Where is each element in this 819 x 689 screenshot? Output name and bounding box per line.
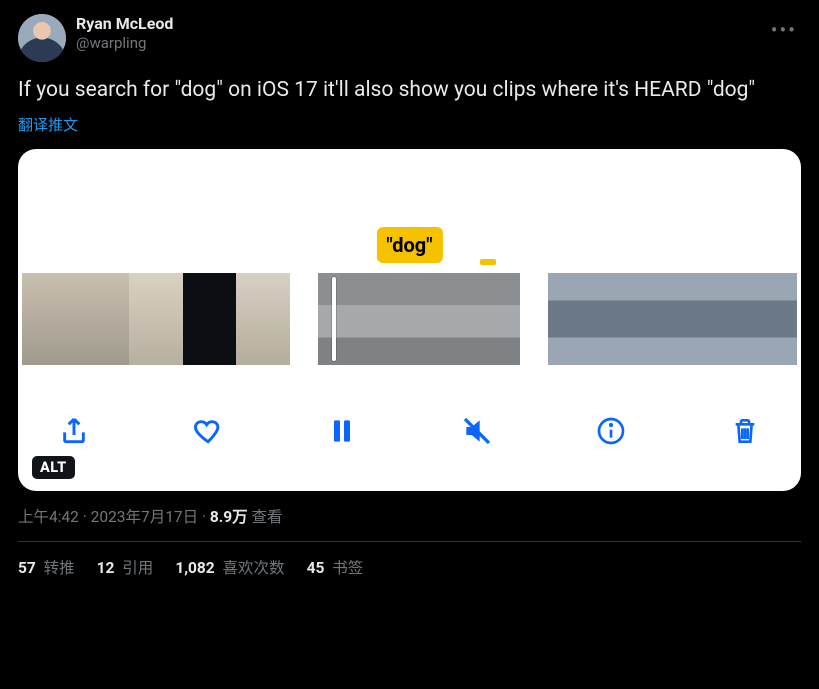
video-timeline[interactable] <box>18 273 801 365</box>
pause-icon[interactable] <box>324 413 360 449</box>
alt-badge[interactable]: ALT <box>32 456 75 479</box>
clip-thumb[interactable] <box>419 273 470 365</box>
media-card[interactable]: "dog" <box>18 149 801 491</box>
clip-thumb[interactable] <box>22 273 76 365</box>
tweet-header: Ryan McLeod @warpling ••• <box>18 14 801 62</box>
translate-link[interactable]: 翻译推文 <box>18 114 78 135</box>
clip-thumb[interactable] <box>590 273 631 365</box>
clip-thumb[interactable] <box>318 273 369 365</box>
clip-thumb[interactable] <box>673 273 714 365</box>
stat-bookmarks[interactable]: 45 书签 <box>307 556 364 578</box>
playhead[interactable] <box>332 277 336 361</box>
caption-marker <box>480 259 496 265</box>
clip-thumb[interactable] <box>470 273 521 365</box>
handle: @warpling <box>76 34 173 53</box>
share-icon[interactable] <box>56 413 92 449</box>
clip-thumb[interactable] <box>76 273 130 365</box>
meta-views-count: 8.9万 <box>210 508 248 526</box>
clip-thumb[interactable] <box>236 273 290 365</box>
stat-quotes[interactable]: 12 引用 <box>97 556 154 578</box>
trash-icon[interactable] <box>727 413 763 449</box>
display-name: Ryan McLeod <box>76 14 173 34</box>
info-icon[interactable] <box>593 413 629 449</box>
author-names[interactable]: Ryan McLeod @warpling <box>76 14 173 53</box>
clip-thumb[interactable] <box>183 273 237 365</box>
meta-time[interactable]: 上午4:42 <box>18 508 79 526</box>
tweet-text: If you search for "dog" on iOS 17 it'll … <box>18 76 801 104</box>
stat-likes[interactable]: 1,082 喜欢次数 <box>175 556 284 578</box>
avatar[interactable] <box>18 14 66 62</box>
meta-date[interactable]: 2023年7月17日 <box>91 508 198 526</box>
clip-thumb[interactable] <box>631 273 672 365</box>
more-options-icon[interactable]: ••• <box>767 14 801 46</box>
clip-thumb[interactable] <box>756 273 797 365</box>
tweet-meta: 上午4:42 · 2023年7月17日 · 8.9万 查看 <box>18 505 801 527</box>
clip-thumb[interactable] <box>368 273 419 365</box>
clip-group[interactable] <box>318 273 521 365</box>
clip-group[interactable] <box>22 273 290 365</box>
tweet-stats: 57 转推 12 引用 1,082 喜欢次数 45 书签 <box>18 542 801 578</box>
stat-retweets[interactable]: 57 转推 <box>18 556 75 578</box>
tweet: Ryan McLeod @warpling ••• If you search … <box>0 0 819 578</box>
clip-thumb[interactable] <box>714 273 755 365</box>
clip-group[interactable] <box>548 273 797 365</box>
clip-thumb[interactable] <box>548 273 589 365</box>
caption-badge: "dog" <box>376 227 442 263</box>
mute-icon[interactable] <box>459 413 495 449</box>
clip-thumb[interactable] <box>129 273 183 365</box>
media-toolbar <box>18 399 801 463</box>
heart-icon[interactable] <box>190 413 226 449</box>
meta-views-label: 查看 <box>248 508 283 526</box>
